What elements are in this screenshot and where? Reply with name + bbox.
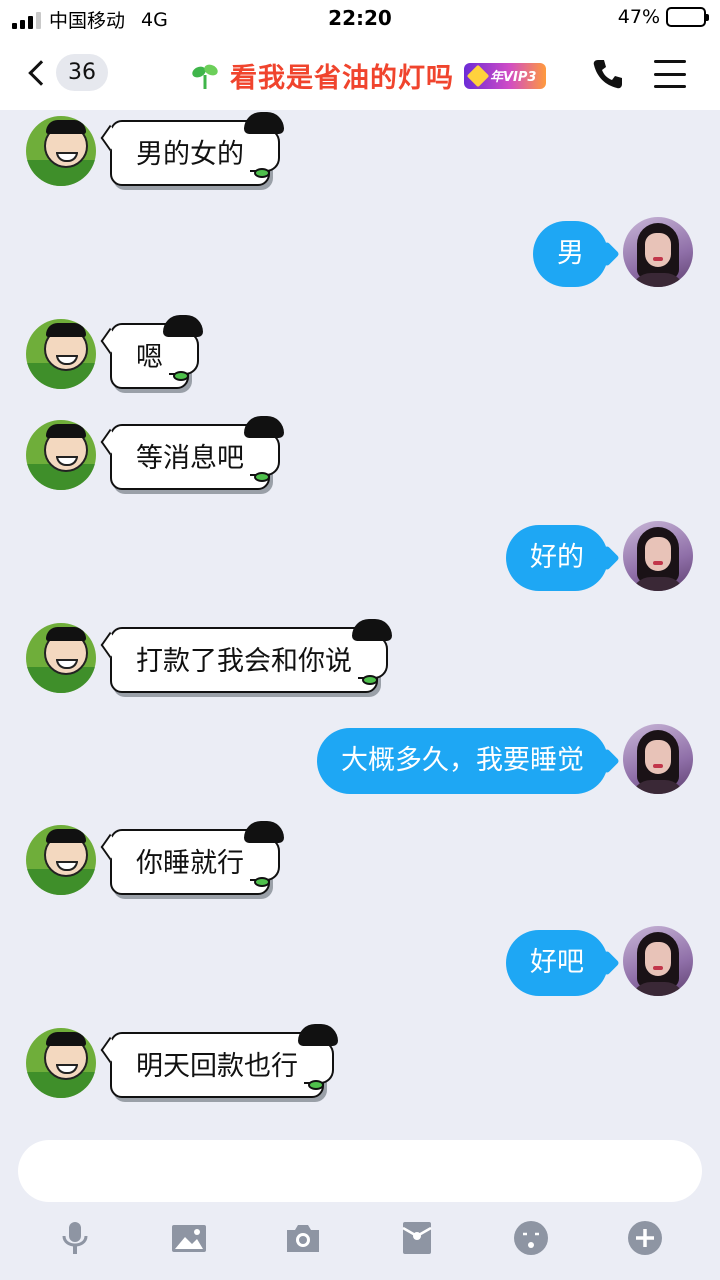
message-row: 男	[0, 217, 720, 307]
sent-bubble[interactable]: 好的	[506, 525, 608, 592]
contact-avatar[interactable]	[26, 419, 96, 490]
sent-bubble[interactable]: 男	[533, 221, 608, 288]
microphone-icon[interactable]	[55, 1218, 95, 1258]
message-row: 男的女的	[0, 112, 720, 206]
message-list[interactable]: 男的女的男嗯等消息吧好的打款了我会和你说大概多久，我要睡觉 你睡就行好吧明天回款也…	[0, 110, 720, 1122]
self-avatar[interactable]	[623, 521, 693, 592]
sent-bubble[interactable]: 好吧	[506, 930, 608, 997]
contact-avatar[interactable]	[26, 825, 96, 896]
vip-badge-label: 年VIP3	[490, 70, 537, 85]
status-right: 47%	[617, 6, 709, 28]
contact-avatar[interactable]	[26, 622, 96, 693]
back-button[interactable]: 36	[24, 54, 108, 91]
contact-avatar[interactable]	[26, 318, 96, 389]
input-bar	[0, 1122, 720, 1280]
received-bubble[interactable]: 打款了我会和你说	[110, 626, 378, 693]
battery-icon	[666, 7, 709, 27]
received-bubble[interactable]: 明天回款也行	[110, 1031, 324, 1098]
message-row: 你睡就行	[0, 821, 720, 915]
message-row: 好吧	[0, 926, 720, 1016]
contact-avatar[interactable]	[26, 116, 96, 186]
received-bubble[interactable]: 男的女的	[110, 120, 270, 186]
message-row: 明天回款也行	[0, 1023, 720, 1118]
message-input[interactable]	[18, 1140, 702, 1202]
unread-count-badge: 36	[56, 54, 108, 91]
input-toolbar	[0, 1218, 720, 1268]
sprout-icon	[192, 64, 218, 89]
camera-icon[interactable]	[283, 1218, 323, 1258]
received-bubble[interactable]: 嗯	[110, 322, 189, 389]
chat-title-text: 看我是省油的灯吗	[230, 63, 454, 94]
contact-avatar[interactable]	[26, 1027, 96, 1098]
vip-gem-icon	[466, 64, 490, 87]
message-row: 打款了我会和你说	[0, 618, 720, 713]
status-time: 22:20	[328, 6, 392, 30]
message-row: 嗯	[0, 314, 720, 409]
self-avatar[interactable]	[623, 926, 693, 997]
message-row: 大概多久，我要睡觉	[0, 723, 720, 814]
plus-icon[interactable]	[625, 1218, 665, 1258]
battery-percent: 47%	[617, 6, 660, 28]
menu-icon[interactable]	[654, 60, 686, 88]
message-row: 好的	[0, 521, 720, 611]
self-avatar[interactable]	[623, 723, 693, 794]
chevron-left-icon	[28, 59, 54, 86]
status-bar: 中国移动 4G 22:20 47%	[0, 0, 720, 38]
self-avatar[interactable]	[623, 217, 693, 288]
chat-title[interactable]: 看我是省油的灯吗 年VIP3	[190, 56, 547, 95]
image-icon[interactable]	[169, 1218, 209, 1258]
phone-icon[interactable]	[590, 56, 626, 92]
sent-bubble[interactable]: 大概多久，我要睡觉	[317, 727, 608, 794]
red-packet-icon[interactable]	[397, 1218, 437, 1258]
received-bubble[interactable]: 等消息吧	[110, 423, 270, 490]
emoji-icon[interactable]	[511, 1218, 551, 1258]
received-bubble[interactable]: 你睡就行	[110, 829, 270, 896]
chat-header: 36 看我是省油的灯吗 年VIP3	[0, 38, 720, 110]
vip-badge[interactable]: 年VIP3	[464, 62, 547, 89]
message-row: 等消息吧	[0, 415, 720, 510]
